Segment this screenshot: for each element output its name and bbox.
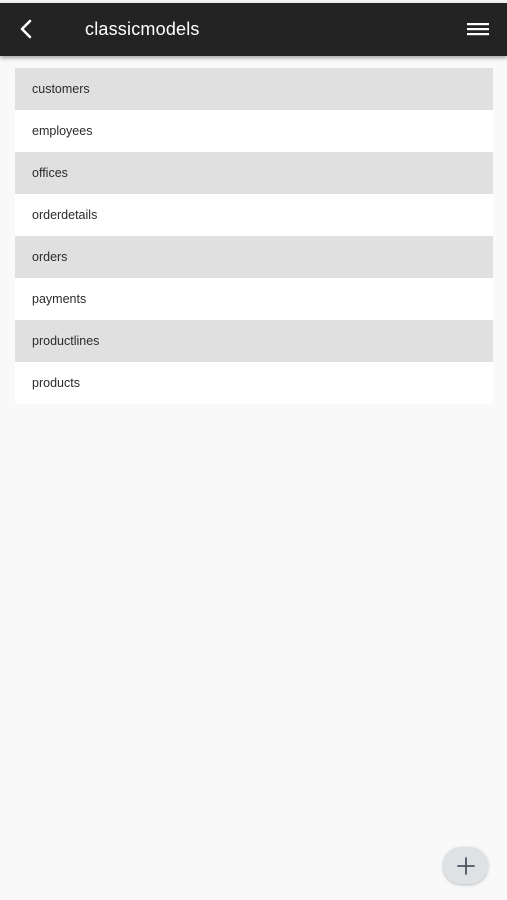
app-bar: classicmodels <box>0 3 507 56</box>
list-item-productlines[interactable]: productlines <box>15 320 493 362</box>
list-item-orderdetails[interactable]: orderdetails <box>15 194 493 236</box>
list-item-payments[interactable]: payments <box>15 278 493 320</box>
plus-icon <box>456 856 475 875</box>
list-item-label: products <box>32 376 80 390</box>
list-item-label: orderdetails <box>32 208 98 222</box>
list-item-label: offices <box>32 166 68 180</box>
list-item-products[interactable]: products <box>15 362 493 404</box>
list-item-offices[interactable]: offices <box>15 152 493 194</box>
list-item-customers[interactable]: customers <box>15 68 493 110</box>
chevron-left-icon <box>20 19 32 39</box>
list-item-label: customers <box>32 82 90 96</box>
list-item-label: productlines <box>32 334 100 348</box>
back-button[interactable] <box>10 12 44 46</box>
menu-button[interactable] <box>463 14 493 44</box>
list-item-label: orders <box>32 250 68 264</box>
list-item-label: employees <box>32 124 93 138</box>
list-item-label: payments <box>32 292 87 306</box>
add-button[interactable] <box>443 847 488 884</box>
table-list: customers employees offices orderdetails… <box>15 68 493 404</box>
hamburger-menu-icon <box>467 23 489 36</box>
list-item-orders[interactable]: orders <box>15 236 493 278</box>
page-title: classicmodels <box>85 19 200 39</box>
list-item-employees[interactable]: employees <box>15 110 493 152</box>
